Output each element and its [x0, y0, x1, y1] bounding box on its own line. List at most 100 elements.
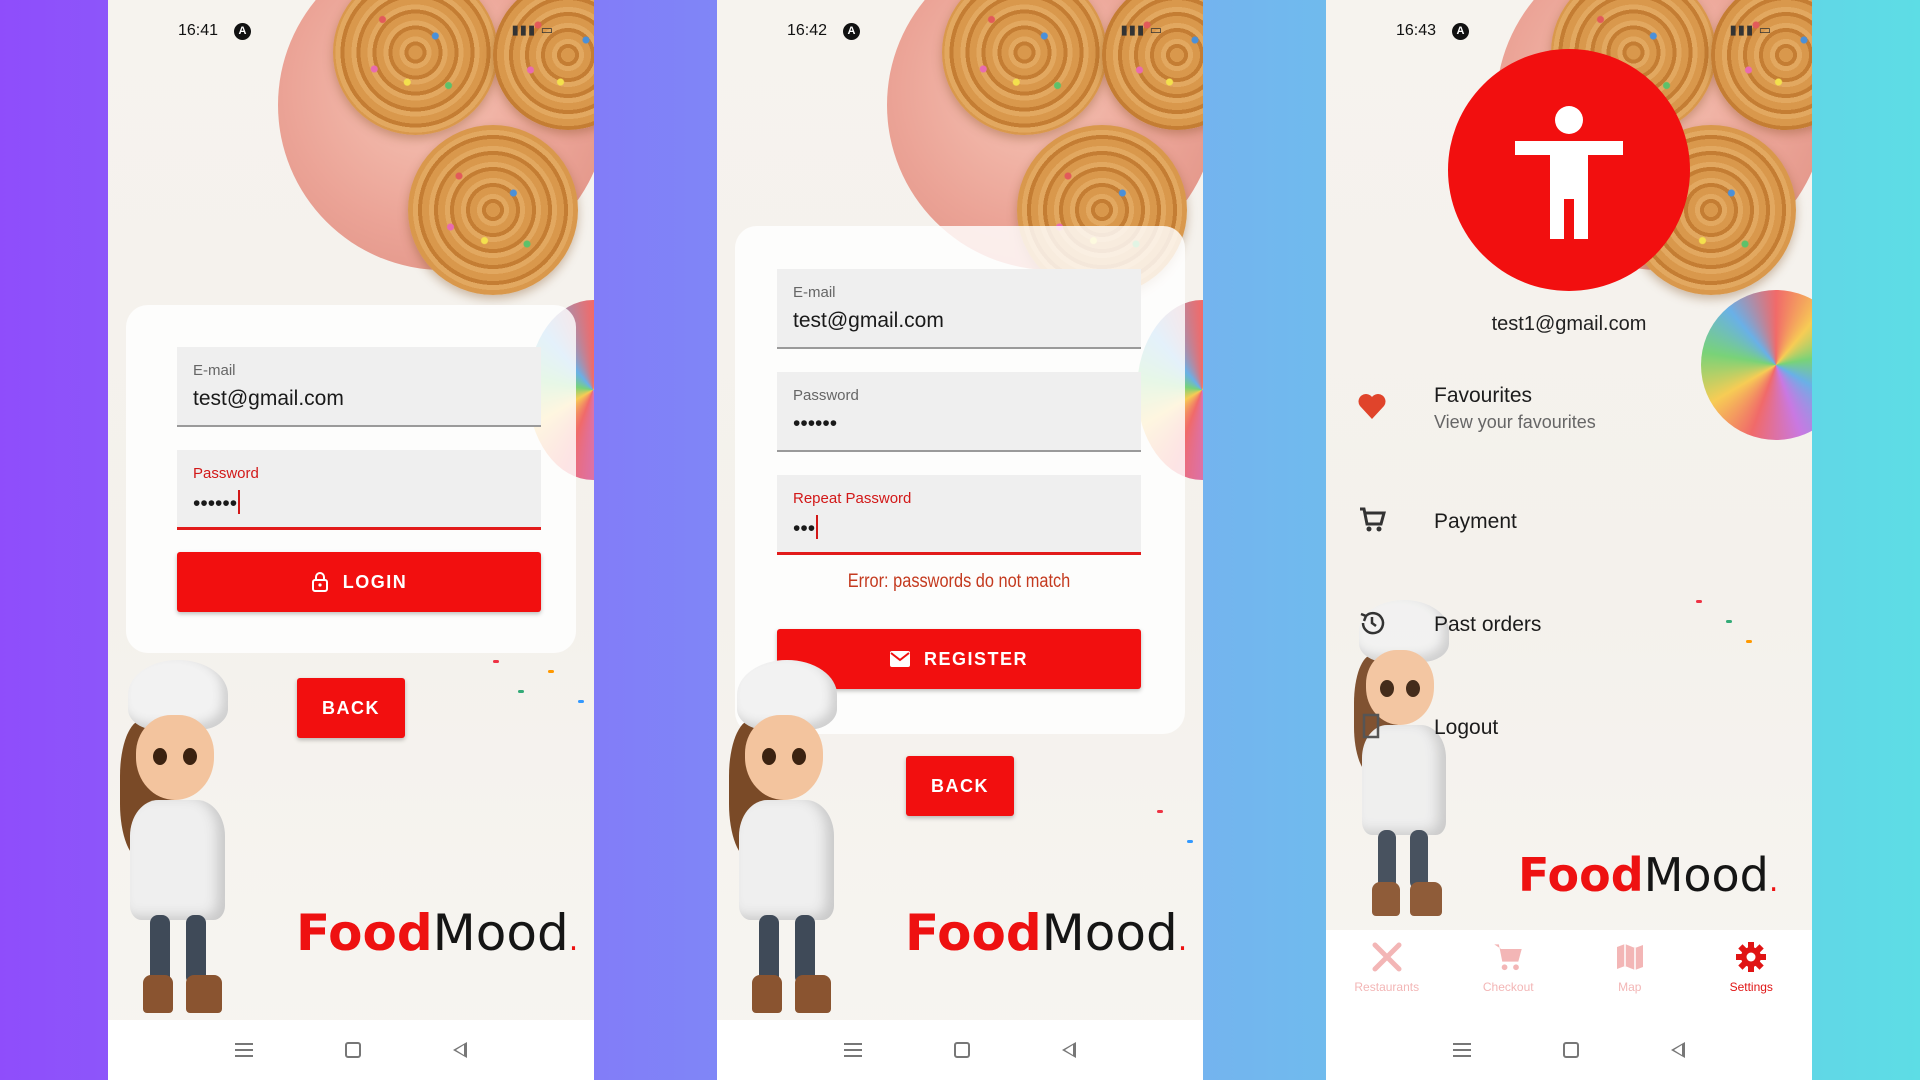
menu-title-logout: Logout: [1434, 716, 1499, 739]
repeat-password-value-wrap: •••: [793, 515, 819, 541]
password-value: ••••••: [793, 412, 838, 435]
system-nav-bar: [1326, 1020, 1812, 1080]
logout-icon: [1356, 710, 1388, 742]
system-nav-bar: [108, 1020, 594, 1080]
menu-title-past-orders: Past orders: [1434, 613, 1542, 636]
menu-item-logout[interactable]: Logout: [1326, 686, 1812, 766]
signal-battery-icon: ▮▮▮ ▭: [511, 22, 554, 37]
utensils-icon: [1370, 940, 1404, 974]
recents-icon[interactable]: [1453, 1043, 1471, 1057]
logo-food: Food: [905, 904, 1042, 962]
login-screen: 16:41 A ▮▮▮ ▭ E-mail test@gmail.com Pass…: [108, 0, 594, 1080]
sprinkle: [493, 660, 499, 663]
cupcake-image: [408, 125, 578, 295]
email-value: test@gmail.com: [793, 309, 944, 332]
back-button[interactable]: BACK: [906, 756, 1014, 816]
password-label: Password: [793, 387, 859, 404]
repeat-password-label: Repeat Password: [793, 490, 912, 507]
password-field[interactable]: Password ••••••: [777, 372, 1141, 452]
foodmood-logo: FoodMood.: [296, 904, 578, 962]
cart-icon: [1356, 504, 1388, 536]
menu-item-payment[interactable]: Payment: [1326, 480, 1812, 560]
login-button[interactable]: LOGIN: [177, 552, 541, 612]
menu-item-favourites[interactable]: Favourites View your favourites: [1326, 372, 1812, 452]
email-value: test@gmail.com: [193, 387, 344, 410]
register-card: E-mail test@gmail.com Password •••••• Re…: [735, 226, 1185, 734]
back-nav-icon[interactable]: [1671, 1042, 1685, 1058]
sprinkle: [1157, 810, 1163, 813]
back-nav-icon[interactable]: [453, 1042, 467, 1058]
signal-battery-icon: ▮▮▮ ▭: [1729, 22, 1772, 37]
notification-icon: A: [1452, 23, 1469, 40]
password-error-text: Error: passwords do not match: [847, 571, 1071, 592]
status-time: 16:42: [787, 22, 828, 39]
text-caret: [238, 490, 241, 514]
back-nav-icon[interactable]: [1062, 1042, 1076, 1058]
back-button[interactable]: BACK: [297, 678, 405, 738]
menu-subtitle-favourites: View your favourites: [1434, 412, 1596, 432]
chef-character-image: [717, 660, 867, 1020]
status-time: 16:43: [1396, 22, 1437, 39]
signal-battery-icon: ▮▮▮ ▭: [1120, 22, 1163, 37]
chef-character-image: [108, 660, 258, 1020]
email-field[interactable]: E-mail test@gmail.com: [177, 347, 541, 427]
repeat-password-value: •••: [793, 517, 816, 540]
mail-icon: [889, 651, 910, 667]
logo-food: Food: [1518, 848, 1644, 902]
status-bar: 16:43 A ▮▮▮ ▭: [1326, 22, 1812, 44]
login-card: E-mail test@gmail.com Password •••••• LO…: [126, 305, 576, 653]
repeat-password-field[interactable]: Repeat Password •••: [777, 475, 1141, 555]
status-time: 16:41: [178, 22, 219, 39]
tab-restaurants[interactable]: Restaurants: [1326, 930, 1448, 1020]
home-icon[interactable]: [345, 1042, 361, 1058]
back-button-label: BACK: [931, 775, 989, 796]
notification-icon: A: [234, 23, 251, 40]
email-field[interactable]: E-mail test@gmail.com: [777, 269, 1141, 349]
settings-screen: 16:43 A ▮▮▮ ▭ test1@gmail.com Favourites…: [1326, 0, 1812, 1080]
foodmood-logo: FoodMood.: [905, 904, 1187, 962]
sprinkle: [548, 670, 554, 673]
password-label: Password: [193, 465, 259, 482]
menu-item-past-orders[interactable]: Past orders: [1326, 583, 1812, 663]
tab-label: Settings: [1729, 980, 1773, 994]
bottom-tab-bar: Restaurants Checkout Map Settings: [1326, 930, 1812, 1020]
status-bar: 16:42 A ▮▮▮ ▭: [717, 22, 1203, 44]
email-label: E-mail: [793, 284, 836, 301]
recents-icon[interactable]: [844, 1043, 862, 1057]
avatar[interactable]: [1448, 49, 1690, 291]
password-field[interactable]: Password ••••••: [177, 450, 541, 530]
gear-icon: [1734, 940, 1768, 974]
tab-checkout[interactable]: Checkout: [1448, 930, 1570, 1020]
lock-icon: [311, 572, 328, 592]
map-icon: [1613, 940, 1647, 974]
logo-dot: .: [1177, 923, 1188, 958]
tab-label: Restaurants: [1354, 980, 1420, 994]
sprinkle: [518, 690, 524, 693]
register-button-label: REGISTER: [923, 648, 1028, 669]
logo-food: Food: [296, 904, 433, 962]
tab-settings[interactable]: Settings: [1691, 930, 1813, 1020]
logo-mood: Mood: [1041, 904, 1178, 962]
sprinkle: [578, 700, 584, 703]
sprinkle: [1187, 840, 1193, 843]
register-screen: 16:42 A ▮▮▮ ▭ E-mail test@gmail.com Pass…: [717, 0, 1203, 1080]
login-button-label: LOGIN: [342, 571, 408, 592]
accessibility-person-icon: [1515, 106, 1623, 239]
cart-icon: [1491, 940, 1525, 974]
system-nav-bar: [717, 1020, 1203, 1080]
logo-dot: .: [1768, 864, 1779, 899]
history-icon: [1356, 607, 1388, 639]
notification-icon: A: [843, 23, 860, 40]
foodmood-logo: FoodMood.: [1518, 848, 1778, 902]
menu-title-payment: Payment: [1434, 510, 1517, 533]
home-icon[interactable]: [954, 1042, 970, 1058]
back-button-label: BACK: [322, 697, 380, 718]
tab-map[interactable]: Map: [1569, 930, 1691, 1020]
tab-label: Map: [1618, 980, 1642, 994]
password-value: ••••••: [193, 492, 238, 515]
email-label: E-mail: [193, 362, 236, 379]
home-icon[interactable]: [1563, 1042, 1579, 1058]
user-email: test1@gmail.com: [1491, 313, 1647, 335]
recents-icon[interactable]: [235, 1043, 253, 1057]
tab-label: Checkout: [1482, 980, 1534, 994]
